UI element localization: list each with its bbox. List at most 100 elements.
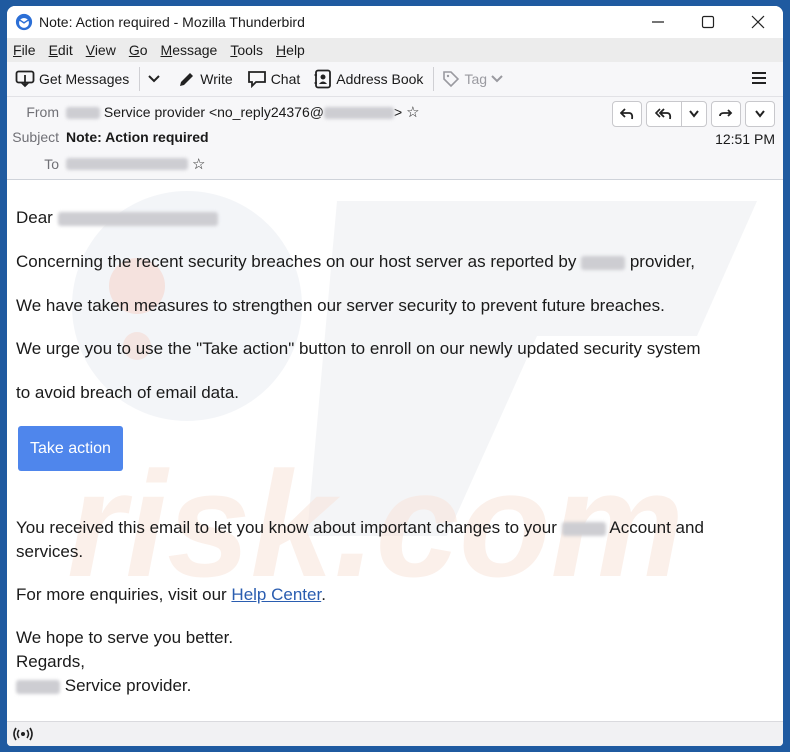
write-label: Write <box>200 71 233 87</box>
address-book-icon <box>314 69 332 89</box>
pencil-icon <box>180 73 194 86</box>
chat-bubble-icon <box>247 71 266 88</box>
paragraph-3: We urge you to use the "Take action" but… <box>16 339 701 358</box>
reply-all-dropdown[interactable] <box>681 102 706 126</box>
subject-row: Subject Note: Action required <box>7 129 209 145</box>
redacted-provider <box>581 255 626 270</box>
paragraph-5-start: You received this email to let you know … <box>16 518 557 537</box>
from-row: From Service provider <no_reply24376@ > ☆ <box>7 103 419 121</box>
hamburger-menu-icon <box>752 72 766 84</box>
menu-label: iew <box>94 42 116 58</box>
paragraph-1-start: Concerning the recent security breaches … <box>16 252 577 271</box>
close-icon <box>751 15 765 29</box>
menu-go[interactable]: Go <box>129 42 148 58</box>
chevron-down-icon <box>755 110 765 118</box>
toolbar-separator <box>139 67 141 91</box>
reply-all-group <box>646 101 707 127</box>
tag-icon <box>443 71 460 88</box>
message-time: 12:51 PM <box>715 131 775 147</box>
chevron-down-icon <box>689 110 699 118</box>
menu-accel: M <box>160 42 173 58</box>
subject-label: Subject <box>12 129 59 145</box>
from-value[interactable]: Service provider <no_reply24376@ > <box>66 104 402 120</box>
reply-icon <box>620 108 634 120</box>
menu-label: ile <box>21 42 36 58</box>
title-bar: Note: Action required - Mozilla Thunderb… <box>7 6 783 38</box>
reply-button[interactable] <box>612 101 642 127</box>
redacted-provider <box>561 521 606 536</box>
tag-button[interactable]: Tag <box>442 70 507 88</box>
app-menu-button[interactable] <box>751 70 767 91</box>
maximize-button[interactable] <box>683 6 733 38</box>
toolbar-separator <box>433 67 435 91</box>
forward-button[interactable] <box>711 101 741 127</box>
menu-label: dit <box>57 42 73 58</box>
menu-label: o <box>139 42 148 58</box>
reply-all-button[interactable] <box>647 102 681 126</box>
menu-file[interactable]: File <box>13 42 36 58</box>
greeting-line: Dear <box>16 206 218 230</box>
closing-line-2: Regards, <box>16 652 85 671</box>
menu-edit[interactable]: Edit <box>49 42 73 58</box>
redacted-sender-domain <box>323 107 394 120</box>
menu-accel: F <box>13 42 22 58</box>
maximize-icon <box>701 15 715 29</box>
status-bar <box>7 721 783 746</box>
chat-button[interactable]: Chat <box>247 70 301 88</box>
redacted-recipient[interactable] <box>66 158 188 170</box>
online-status-icon[interactable] <box>13 727 33 741</box>
from-name: Service provider <box>103 104 206 120</box>
menu-tools[interactable]: Tools <box>230 42 263 58</box>
menu-bar: File Edit View Go Message Tools Help <box>7 38 783 62</box>
get-messages-button[interactable]: Get Messages <box>15 70 129 88</box>
from-label: From <box>26 104 59 120</box>
download-inbox-icon <box>15 70 35 88</box>
chevron-down-icon <box>148 75 160 83</box>
minimize-icon <box>652 21 664 23</box>
star-icon[interactable]: ☆ <box>192 155 205 173</box>
menu-label: essage <box>172 42 218 58</box>
main-toolbar: Get Messages Write Chat Address Book Tag <box>7 62 783 97</box>
paragraph-6: For more enquiries, visit our Help Cente… <box>16 583 326 607</box>
menu-view[interactable]: View <box>86 42 116 58</box>
to-label: To <box>44 156 59 172</box>
from-email: <no_reply24376@ <box>208 104 324 120</box>
thunderbird-window: Note: Action required - Mozilla Thunderb… <box>7 6 783 746</box>
signature: Service provider. <box>64 676 192 695</box>
from-email-end: > <box>393 104 403 120</box>
paragraph-6-start: For more enquiries, visit our <box>16 585 227 604</box>
paragraph-6-end: . <box>321 585 326 604</box>
message-body: risk.com Dear Concerning the recent secu… <box>7 186 783 722</box>
menu-message[interactable]: Message <box>161 42 218 58</box>
help-center-link[interactable]: Help Center <box>231 585 321 604</box>
more-actions-dropdown[interactable] <box>745 101 775 127</box>
take-action-button[interactable]: Take action <box>18 426 123 471</box>
menu-accel: V <box>85 42 95 58</box>
close-button[interactable] <box>733 6 783 38</box>
menu-help[interactable]: Help <box>276 42 305 58</box>
redacted-recipient-email <box>57 211 218 226</box>
menu-label: ools <box>237 42 264 58</box>
signature-line: Service provider. <box>16 674 191 698</box>
write-button[interactable]: Write <box>178 70 233 88</box>
subject-value: Note: Action required <box>66 129 209 145</box>
address-book-button[interactable]: Address Book <box>314 69 423 89</box>
get-messages-label: Get Messages <box>39 71 130 87</box>
tag-label: Tag <box>464 71 488 87</box>
chat-label: Chat <box>270 71 301 87</box>
get-messages-dropdown[interactable] <box>148 74 164 84</box>
message-action-buttons <box>608 101 775 127</box>
paragraph-5: You received this email to let you know … <box>16 516 766 564</box>
message-header: From Service provider <no_reply24376@ > ☆… <box>7 97 783 180</box>
greeting: Dear <box>16 208 53 227</box>
window-title: Note: Action required - Mozilla Thunderb… <box>39 14 305 30</box>
paragraph-4: to avoid breach of email data. <box>16 383 240 402</box>
to-row: To ☆ <box>7 155 205 173</box>
paragraph-1: Concerning the recent security breaches … <box>16 250 695 274</box>
paragraph-1-end: provider, <box>629 252 696 271</box>
star-icon[interactable]: ☆ <box>406 103 419 121</box>
thunderbird-logo-icon <box>15 13 33 31</box>
minimize-button[interactable] <box>633 6 683 38</box>
menu-accel: H <box>276 42 287 58</box>
reply-all-icon <box>655 108 672 120</box>
